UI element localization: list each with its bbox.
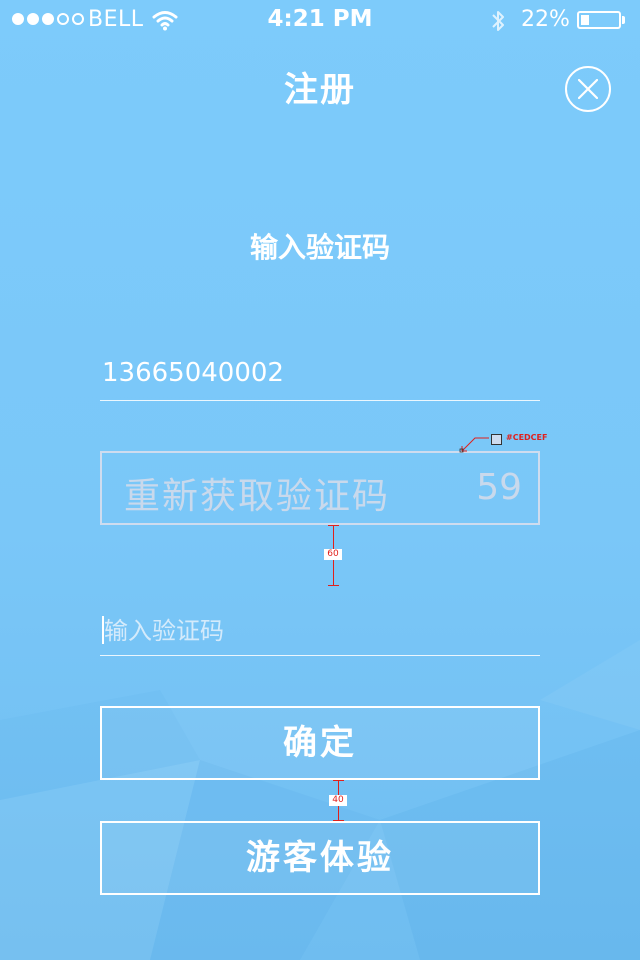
countdown-timer: 59	[476, 467, 522, 508]
guest-experience-button[interactable]: 游客体验	[100, 821, 540, 895]
text-caret	[102, 616, 104, 644]
battery-tip	[622, 16, 625, 24]
color-swatch	[491, 434, 502, 445]
resend-code-button[interactable]: 重新获取验证码 59	[100, 451, 540, 525]
battery-level	[581, 15, 589, 25]
section-heading: 输入验证码	[249, 231, 390, 264]
color-annotation-label: #CEDCEF	[506, 433, 548, 442]
battery-percent: 22%	[521, 7, 570, 32]
phone-number-value: 13665040002	[102, 358, 284, 388]
spacing-annotation-60: 60	[324, 525, 342, 586]
page-title: 注册	[284, 70, 356, 110]
confirm-button[interactable]: 确定	[100, 706, 540, 780]
verification-code-input[interactable]	[100, 608, 544, 654]
close-button[interactable]	[565, 66, 611, 112]
verification-code-field[interactable]	[100, 608, 544, 656]
bluetooth-icon	[490, 8, 506, 38]
spacing-annotation-40: 40	[329, 780, 347, 821]
status-bar: BELL 4:21 PM 22%	[0, 0, 640, 40]
spacing-label-40: 40	[329, 795, 347, 806]
spacing-label-60: 60	[324, 549, 342, 560]
phone-number-field: 13665040002	[100, 352, 540, 401]
color-annotation: #CEDCEF	[459, 432, 559, 454]
close-icon	[578, 79, 598, 99]
resend-code-label: 重新获取验证码	[124, 476, 391, 517]
battery-icon	[577, 11, 621, 29]
